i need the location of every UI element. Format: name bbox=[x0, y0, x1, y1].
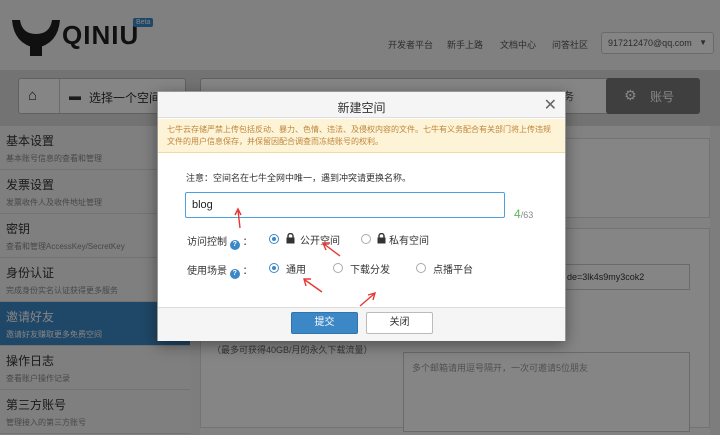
colon: ： bbox=[242, 237, 253, 248]
colon: ： bbox=[242, 266, 253, 277]
usage-scene-text: 使用场景 bbox=[187, 266, 227, 277]
radio-vod[interactable] bbox=[416, 263, 426, 273]
access-control-text: 访问控制 bbox=[187, 237, 227, 248]
close-icon[interactable]: ✕ bbox=[544, 95, 557, 115]
dialog-header: 新建空间 ✕ bbox=[158, 92, 565, 118]
option-public-space[interactable]: 公开空间 bbox=[300, 232, 340, 247]
help-icon[interactable]: ? bbox=[229, 240, 240, 250]
space-name-input[interactable] bbox=[185, 192, 505, 218]
lock-icon bbox=[377, 233, 386, 244]
option-private-space[interactable]: 私有空间 bbox=[389, 232, 429, 247]
radio-download[interactable] bbox=[333, 263, 343, 273]
close-button[interactable]: 关闭 bbox=[366, 312, 433, 334]
new-space-dialog: 新建空间 ✕ 七牛云存储严禁上传包括反动、暴力、色情、违法、及侵权内容的文件。七… bbox=[157, 91, 566, 341]
char-counter: 4/63 bbox=[514, 207, 533, 221]
submit-button[interactable]: 提交 bbox=[291, 312, 358, 334]
radio-public-space[interactable] bbox=[269, 234, 279, 244]
option-general[interactable]: 通用 bbox=[286, 261, 306, 276]
help-icon[interactable]: ? bbox=[229, 269, 240, 279]
char-count: 4 bbox=[514, 207, 521, 221]
radio-private-space[interactable] bbox=[361, 234, 371, 244]
dialog-footer bbox=[158, 307, 565, 341]
option-download[interactable]: 下载分发 bbox=[350, 261, 390, 276]
access-control-label: 访问控制 ? ： bbox=[187, 233, 253, 250]
usage-scene-label: 使用场景 ? ： bbox=[187, 262, 253, 279]
radio-general[interactable] bbox=[269, 263, 279, 273]
content-warning: 七牛云存储严禁上传包括反动、暴力、色情、违法、及侵权内容的文件。七牛有义务配合有… bbox=[158, 119, 565, 153]
option-vod[interactable]: 点播平台 bbox=[433, 261, 473, 276]
dialog-title: 新建空间 bbox=[337, 101, 386, 115]
lock-icon bbox=[286, 233, 295, 244]
char-max: /63 bbox=[520, 210, 534, 220]
space-name-note: 注意：空间名在七牛全网中唯一，遇到冲突请更换名称。 bbox=[186, 173, 412, 183]
